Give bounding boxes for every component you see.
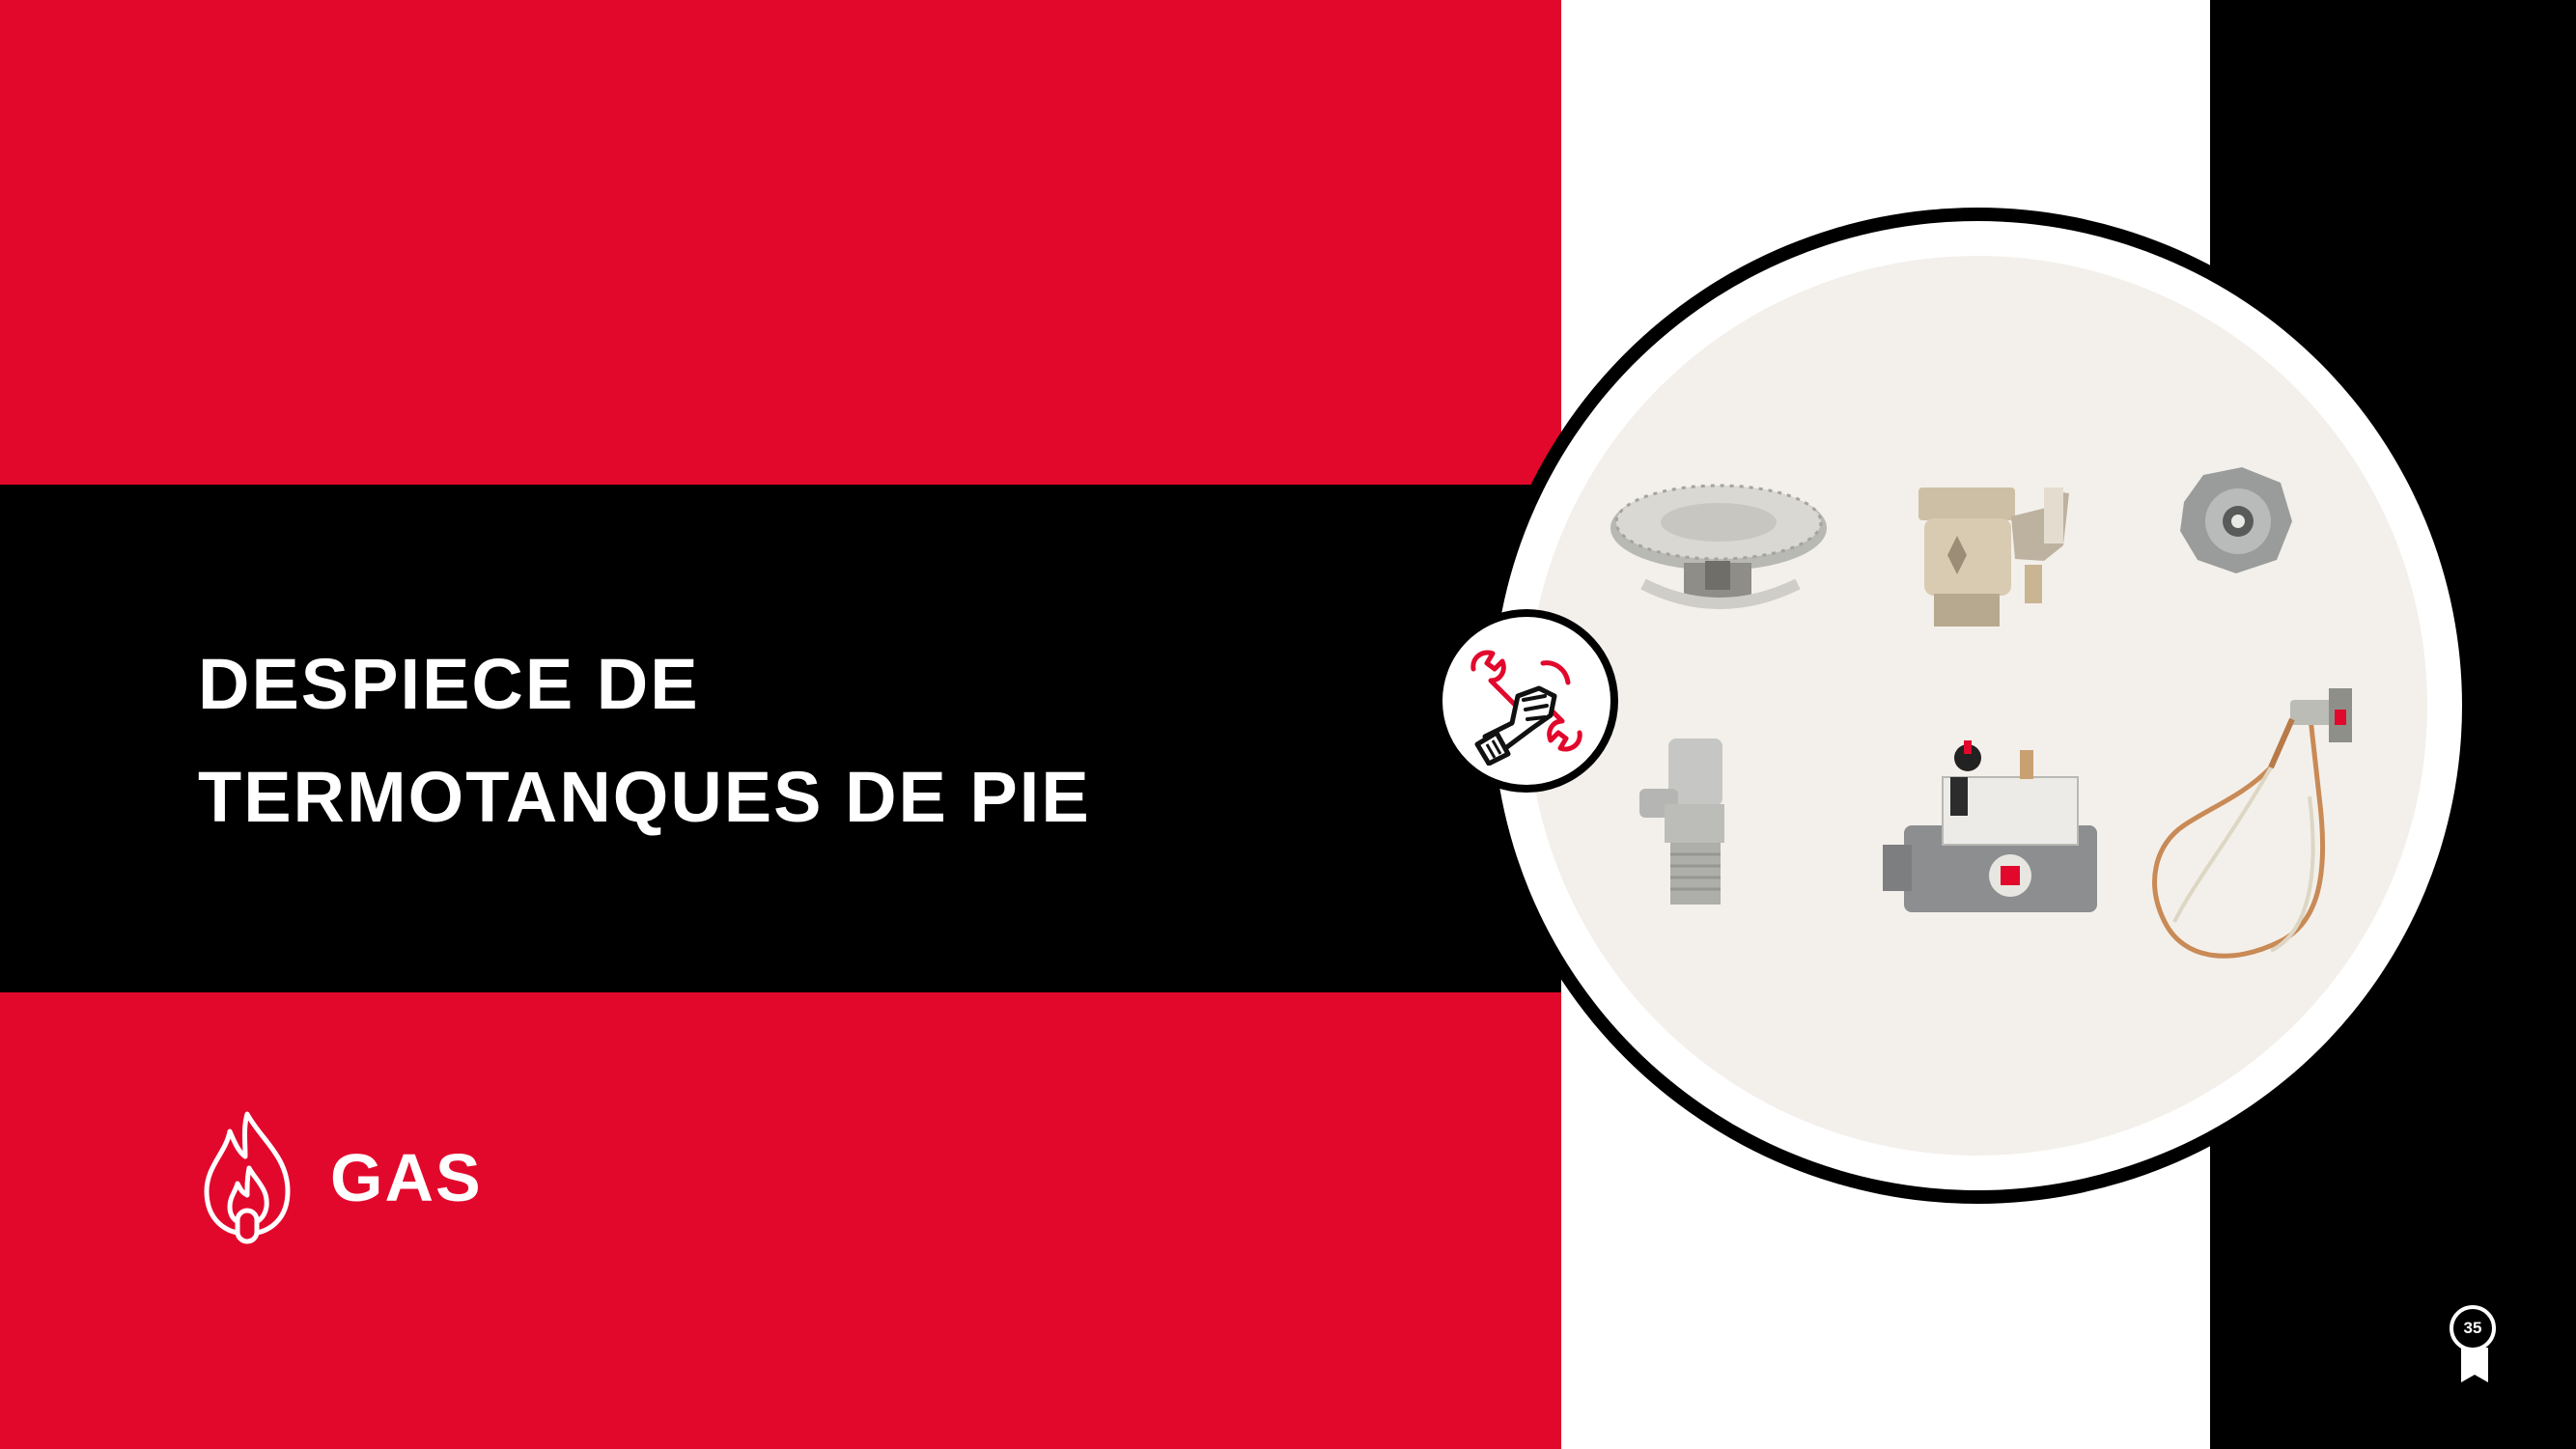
category-label: GAS [330,1140,483,1215]
slide-title-line-2: TERMOTANQUES DE PIE [198,757,1091,837]
award-ribbon-icon [2461,1348,2488,1382]
thermocouple-part-image [2152,688,2352,959]
parts-photo [1527,256,2427,1156]
hand-wrench-icon [1470,650,1582,766]
slide-title: DESPIECE DE TERMOTANQUES DE PIE [198,627,1357,853]
flame-icon [204,1111,291,1244]
relief-valve-part-image [1918,488,2069,627]
fitting-part-image [1639,738,1724,905]
tools-badge [1435,609,1618,793]
gas-valve-part-image [1883,740,2097,912]
knob-part-image [2180,467,2292,573]
burner-part-image [1610,484,1827,609]
page-number: 35 [2450,1305,2496,1351]
page-number-marker: 35 [2446,1305,2504,1384]
slide-title-line-1: DESPIECE DE [198,644,700,724]
